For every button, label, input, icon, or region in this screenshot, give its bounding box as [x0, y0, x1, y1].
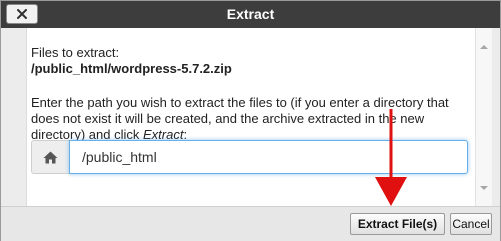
extract-files-button[interactable]: Extract File(s) [350, 213, 445, 235]
path-input-group [31, 140, 468, 174]
content-scrollbar[interactable] [475, 28, 492, 206]
scroll-up-icon[interactable] [480, 45, 488, 49]
file-path: /public_html/wordpress-5.7.2.zip [31, 61, 232, 76]
dialog-content: Files to extract: /public_html/wordpress… [26, 28, 475, 206]
dialog-footer: Extract File(s) Cancel [1, 206, 500, 241]
home-addon [31, 140, 69, 174]
cancel-button[interactable]: Cancel [450, 213, 492, 235]
dialog-title: Extract [226, 6, 275, 22]
home-icon [43, 151, 58, 163]
dialog-titlebar: Extract [1, 1, 500, 28]
files-to-extract-label: Files to extract: [31, 45, 120, 60]
instructions-text: Enter the path you wish to extract the f… [31, 95, 449, 142]
extract-dialog: Extract Files to extract: /public_html/w… [0, 0, 501, 241]
instructions: Enter the path you wish to extract the f… [31, 95, 456, 143]
scroll-down-icon[interactable] [480, 186, 488, 190]
extract-path-input[interactable] [69, 140, 468, 174]
